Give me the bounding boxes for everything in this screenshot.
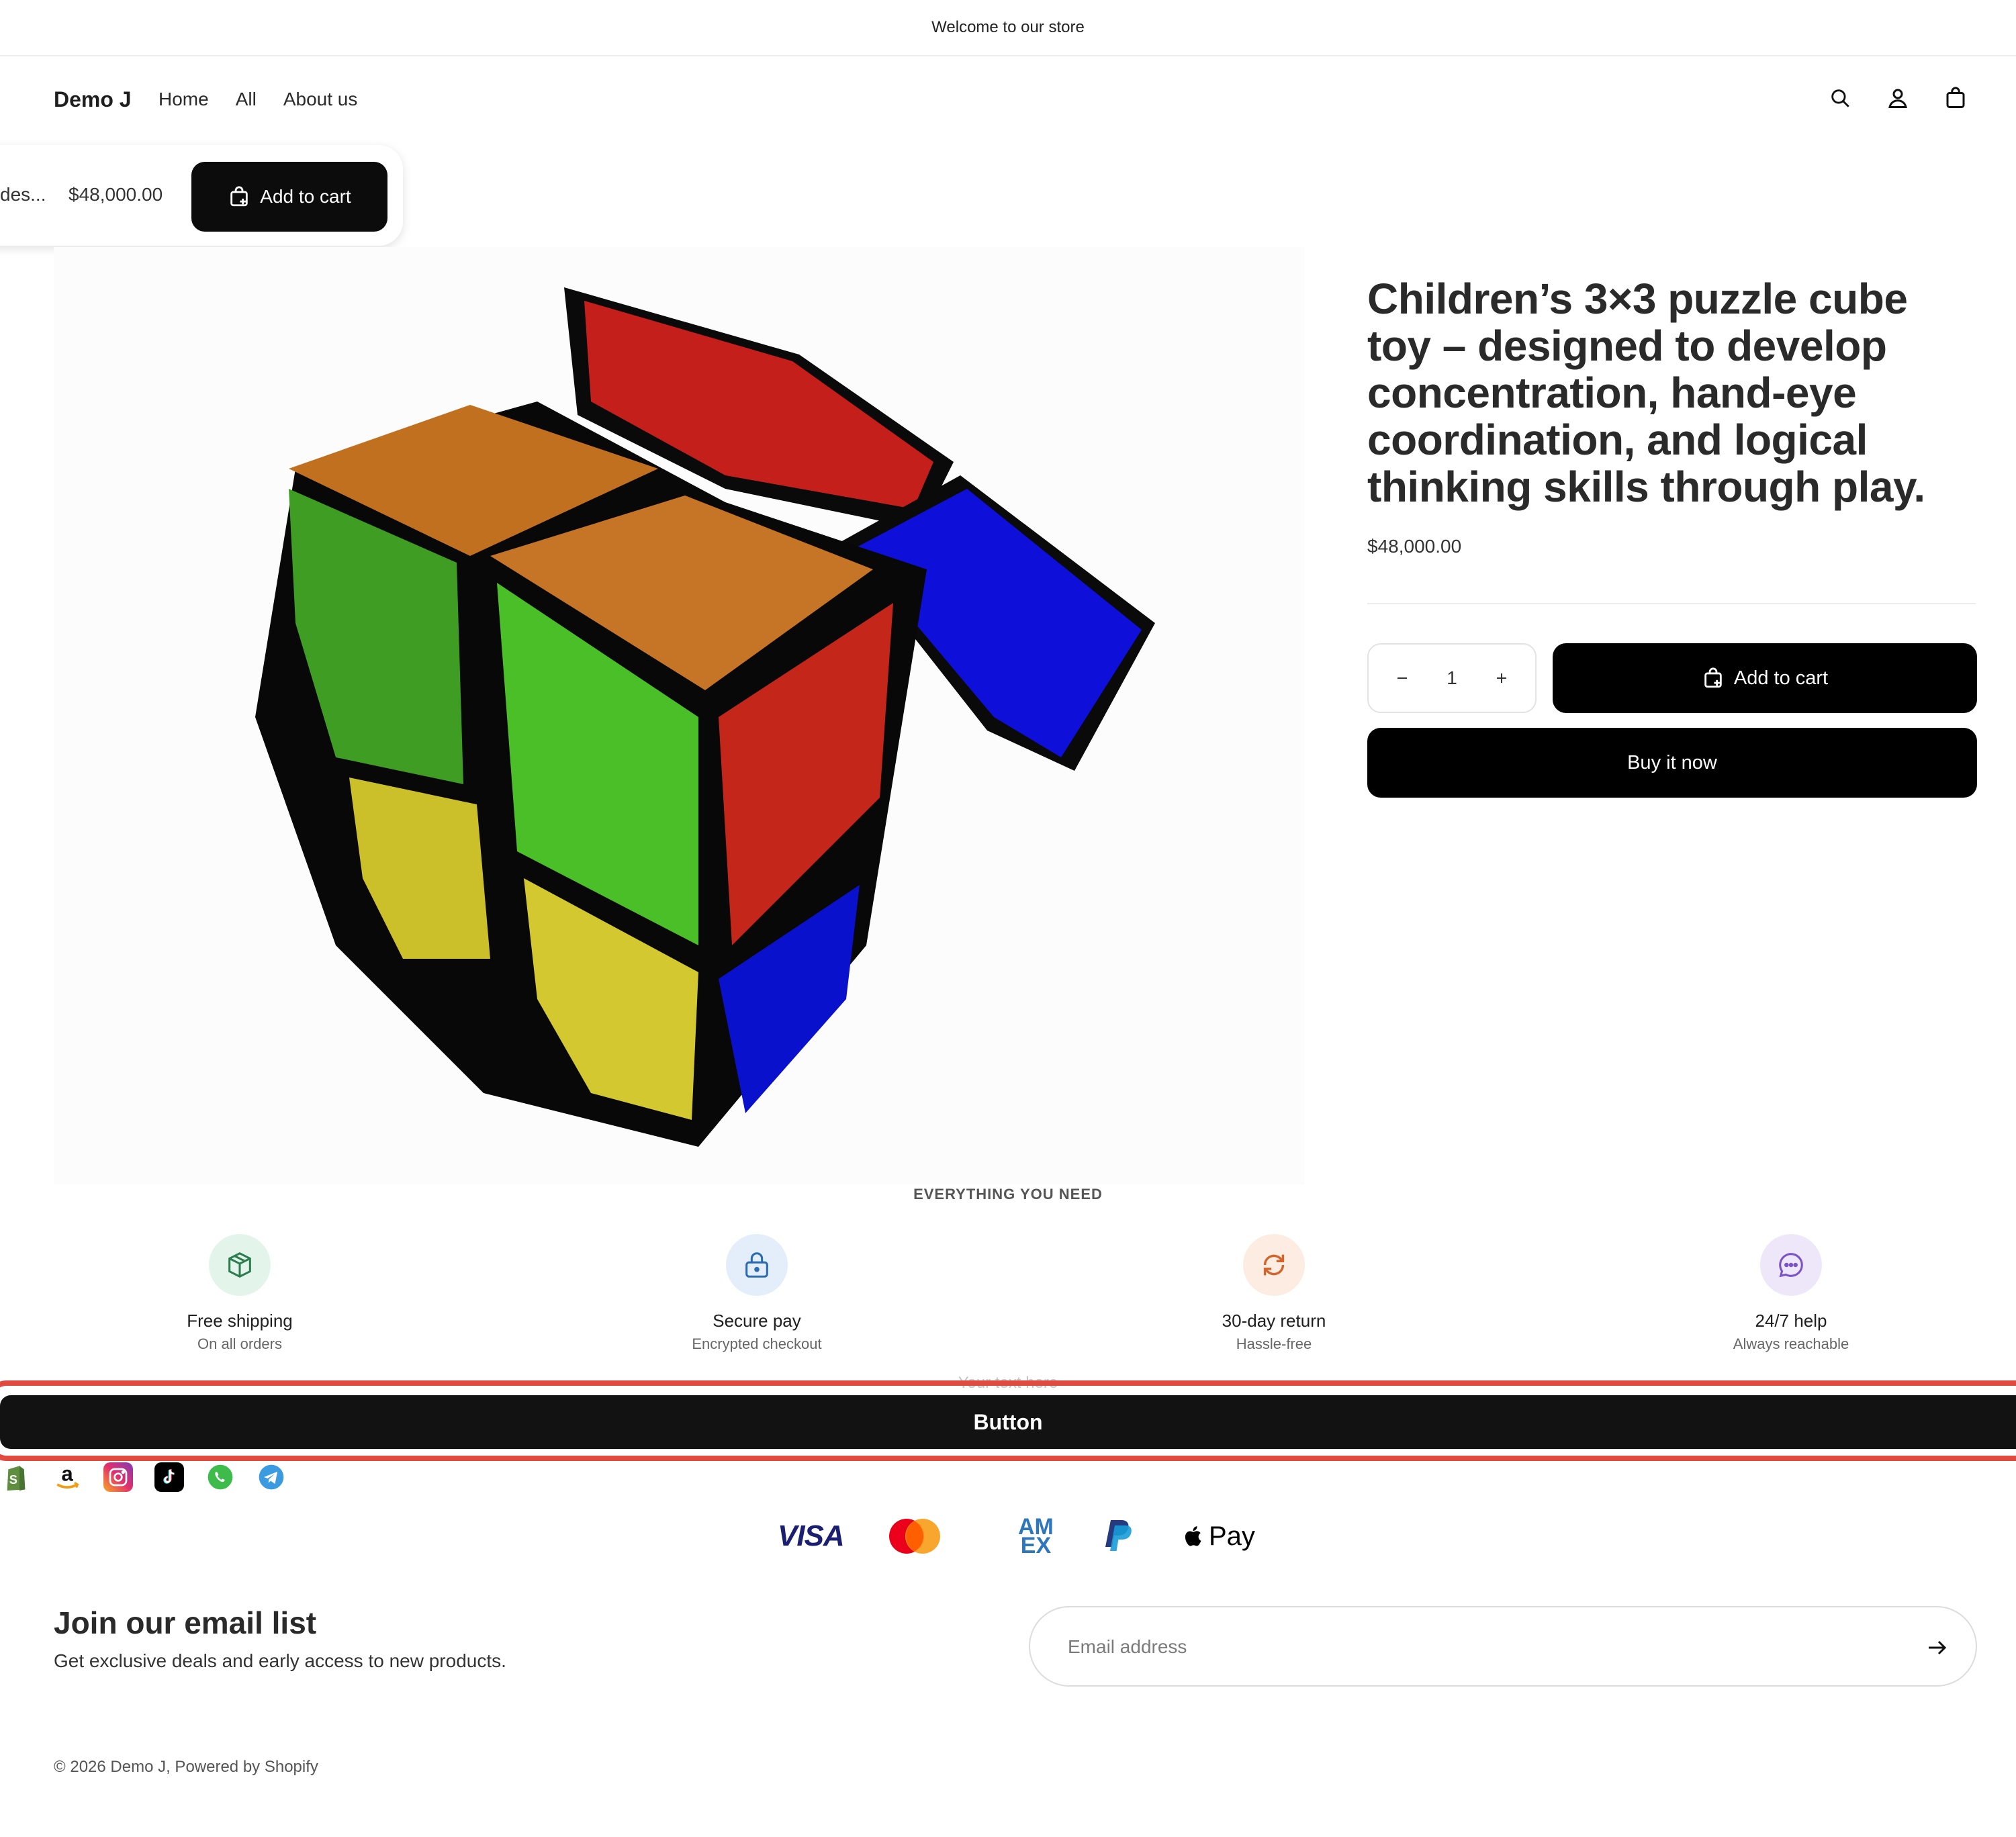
- buy-now-button[interactable]: Buy it now: [1367, 728, 1977, 798]
- newsletter-form: [1029, 1606, 1977, 1687]
- quantity-input[interactable]: [1432, 667, 1472, 689]
- instagram-icon[interactable]: [103, 1462, 133, 1492]
- arrow-right-icon[interactable]: [1922, 1633, 1952, 1662]
- feature-secure-pay: Secure pay Encrypted checkout: [623, 1234, 891, 1353]
- nav-about-us[interactable]: About us: [283, 89, 358, 110]
- product-info-divider: [1367, 603, 1976, 604]
- amex-icon: AM EX: [1018, 1514, 1054, 1558]
- feature-title: 30-day return: [1222, 1311, 1326, 1331]
- bag-plus-icon: [230, 186, 248, 207]
- lock-icon: [726, 1234, 788, 1296]
- nav-all[interactable]: All: [236, 89, 257, 110]
- feature-free-shipping: Free shipping On all orders: [105, 1234, 374, 1353]
- search-icon[interactable]: [1827, 85, 1853, 111]
- announcement-bar: Welcome to our store: [0, 0, 2016, 56]
- feature-30-day-return: 30-day return Hassle-free: [1140, 1234, 1408, 1353]
- main-nav: Home All About us: [158, 89, 357, 110]
- product-price: $48,000.00: [1367, 536, 1462, 557]
- quantity-stepper: [1367, 643, 1537, 713]
- features-heading: EVERYTHING YOU NEED: [913, 1186, 1103, 1203]
- whatsapp-icon[interactable]: [205, 1462, 235, 1492]
- telegram-icon[interactable]: [257, 1462, 286, 1492]
- tiktok-icon[interactable]: [154, 1462, 184, 1492]
- box-icon: [209, 1234, 271, 1296]
- header-icons: [1827, 85, 1969, 111]
- feature-subtitle: Hassle-free: [1236, 1335, 1312, 1352]
- puzzle-cube-image: [255, 287, 1155, 1147]
- svg-text:S: S: [9, 1472, 17, 1487]
- svg-text:a: a: [61, 1462, 73, 1486]
- site-header: Demo J Home All About us: [0, 58, 2016, 146]
- add-to-cart-label: Add to cart: [1733, 667, 1829, 689]
- paypal-icon: [1103, 1516, 1135, 1556]
- cart-icon[interactable]: [1942, 85, 1969, 111]
- nav-home[interactable]: Home: [158, 89, 209, 110]
- feature-subtitle: On all orders: [197, 1335, 282, 1352]
- apple-pay-icon: Pay: [1185, 1516, 1255, 1556]
- selection-highlight: [0, 1380, 2016, 1461]
- visa-icon: VISA: [778, 1519, 845, 1552]
- sticky-price: $48,000.00: [68, 184, 163, 205]
- sticky-add-to-cart-bar: des... $48,000.00 Add to cart: [0, 145, 403, 246]
- feature-24-7-help: 24/7 help Always reachable: [1657, 1234, 1925, 1353]
- email-field[interactable]: [1068, 1630, 1874, 1664]
- sticky-product-title: des...: [0, 184, 46, 205]
- copyright: © 2026 Demo J, Powered by Shopify: [54, 1758, 318, 1776]
- bag-plus-icon: [1704, 667, 1722, 688]
- payment-icons: VISA AM EX Pay: [778, 1514, 1288, 1558]
- shopify-icon[interactable]: S: [1, 1462, 31, 1492]
- mastercard-icon: [886, 1516, 943, 1556]
- plus-icon: [1497, 673, 1506, 683]
- feature-title: Secure pay: [713, 1311, 801, 1331]
- quantity-increase-button[interactable]: [1488, 665, 1515, 692]
- sticky-add-to-cart-label: Add to cart: [260, 186, 351, 207]
- minus-icon: [1398, 677, 1407, 679]
- newsletter-title: Join our email list: [54, 1605, 317, 1640]
- store-logo[interactable]: Demo J: [54, 87, 132, 112]
- newsletter-subtitle: Get exclusive deals and early access to …: [54, 1650, 506, 1671]
- feature-title: 24/7 help: [1755, 1311, 1827, 1331]
- amazon-icon[interactable]: a: [52, 1462, 82, 1492]
- sticky-add-to-cart-button[interactable]: Add to cart: [191, 162, 387, 232]
- add-to-cart-button[interactable]: Add to cart: [1553, 643, 1977, 713]
- product-title: Children’s 3×3 puzzle cube toy – designe…: [1367, 275, 1925, 511]
- chat-icon: [1760, 1234, 1822, 1296]
- buy-now-label: Buy it now: [1627, 751, 1717, 773]
- feature-title: Free shipping: [187, 1311, 293, 1331]
- quantity-decrease-button[interactable]: [1389, 665, 1416, 692]
- product-info: Children’s 3×3 puzzle cube toy – designe…: [1367, 275, 1978, 557]
- announcement-text: Welcome to our store: [931, 18, 1085, 36]
- product-image[interactable]: [54, 247, 1304, 1184]
- feature-subtitle: Always reachable: [1733, 1335, 1849, 1352]
- social-icons: S a: [1, 1462, 286, 1492]
- refresh-icon: [1243, 1234, 1305, 1296]
- feature-subtitle: Encrypted checkout: [692, 1335, 822, 1352]
- account-icon[interactable]: [1884, 85, 1911, 111]
